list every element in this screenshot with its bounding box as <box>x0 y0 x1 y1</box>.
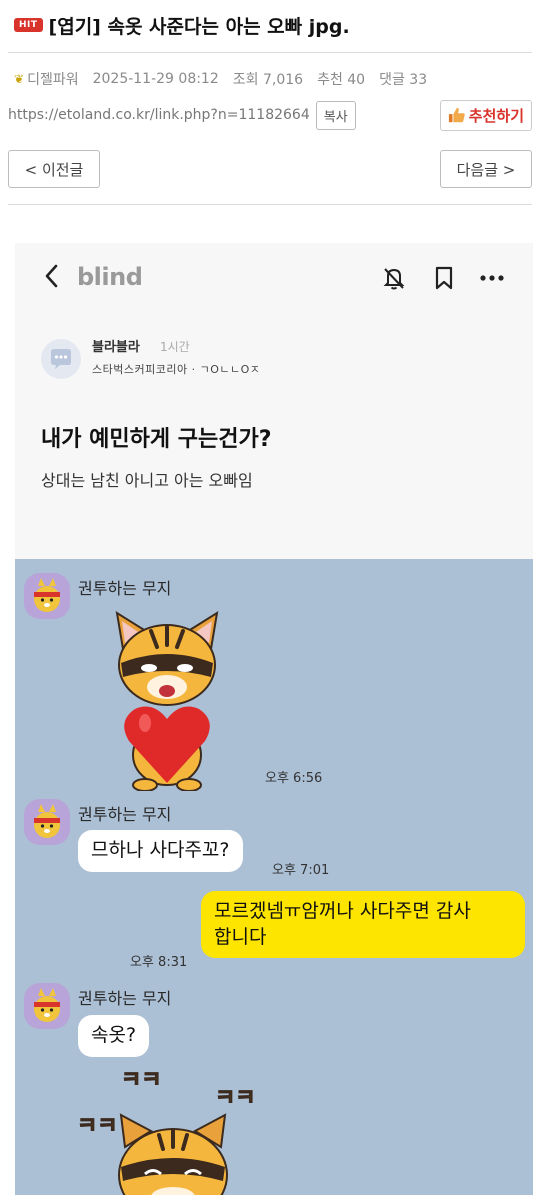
svg-text:ㅋㅋ: ㅋㅋ <box>121 1068 161 1093</box>
blind-author-name: 블라블라 <box>92 340 140 355</box>
post-date: 2025-11-29 08:12 <box>92 71 219 87</box>
post-title: [엽기] 속옷 사준다는 아는 오빠 jpg. <box>48 15 350 38</box>
bookmark-icon <box>435 266 453 290</box>
contact-name: 권투하는 무지 <box>78 989 172 1008</box>
blind-author-company: 스타벅스커피코리아 · ㄱOㄴㄴOㅈ <box>92 363 261 376</box>
tiger-heart-sticker <box>115 610 219 791</box>
message-time: 오후 7:01 <box>272 863 330 878</box>
outgoing-text-line1: 모르겠넴ㅠ암꺼나 사다주면 감사 <box>214 900 471 922</box>
tiger-laughing-sticker: ㅋㅋ ㅋㅋ ㅋㅋ <box>77 1068 256 1195</box>
author-level-icon: ❦ <box>14 72 25 86</box>
blind-post-time: 1시간 <box>160 340 190 354</box>
prev-post-button[interactable]: < 이전글 <box>8 150 100 188</box>
blind-post-heading: 내가 예민하게 구는건가? <box>41 427 272 452</box>
contact-avatar <box>24 573 70 619</box>
contact-name: 권투하는 무지 <box>78 805 172 824</box>
chat-bubble-incoming[interactable]: 속옷? <box>78 1015 150 1057</box>
message-time: 오후 6:56 <box>265 771 323 786</box>
blind-post-card: blind 블라블라 1시간 스타벅스커피코리아 · ㄱOㄴㄴOㅈ 내가 예민하… <box>15 243 533 559</box>
outgoing-text-line2: 합니다 <box>214 925 267 948</box>
back-arrow-icon <box>45 264 58 288</box>
post-link-row: https://etoland.co.kr/link.php?n=1118266… <box>8 99 532 131</box>
bell-off-icon <box>383 268 405 290</box>
blind-author-avatar <box>41 339 81 379</box>
post-meta: ❦ 디젤파워 2025-11-29 08:12 조회 7,016 추천 40 댓… <box>14 68 530 90</box>
divider <box>8 204 532 205</box>
blind-post-body: 상대는 남친 아니고 아는 오빠임 <box>41 471 253 490</box>
post-navigation: < 이전글 다음글 > <box>8 150 532 190</box>
post-image: blind 블라블라 1시간 스타벅스커피코리아 · ㄱOㄴㄴOㅈ 내가 예민하… <box>15 243 533 1195</box>
svg-text:ㅋㅋ: ㅋㅋ <box>77 1114 117 1139</box>
post-link-url[interactable]: https://etoland.co.kr/link.php?n=1118266… <box>8 107 310 123</box>
post-author[interactable]: 디젤파워 <box>27 69 79 89</box>
post-title-row: HIT [엽기] 속옷 사준다는 아는 오빠 jpg. <box>14 10 530 40</box>
blind-logo: blind <box>77 263 143 291</box>
chat-screenshot: 권투하는 무지 오후 6:56 권투하는 무지 므하나 사다주꼬? 오후 7:0… <box>15 559 533 1195</box>
svg-text:ㅋㅋ: ㅋㅋ <box>215 1086 255 1111</box>
copy-link-button[interactable]: 복사 <box>315 100 356 130</box>
thumbs-up-icon <box>448 107 465 123</box>
divider <box>8 52 532 53</box>
contact-name: 권투하는 무지 <box>78 579 172 598</box>
message-time: 오후 8:31 <box>130 955 188 970</box>
next-post-button[interactable]: 다음글 > <box>440 150 532 188</box>
hit-badge: HIT <box>14 18 43 32</box>
recommend-label: 추천하기 <box>468 106 524 125</box>
post-recommends: 추천 40 <box>317 72 366 88</box>
contact-avatar <box>24 799 70 845</box>
recommend-button[interactable]: 추천하기 <box>439 99 532 131</box>
post-views: 조회 7,016 <box>232 72 304 88</box>
contact-avatar <box>24 983 70 1029</box>
more-icon <box>480 275 504 281</box>
chat-bubble-outgoing[interactable]: 모르겠넴ㅠ암꺼나 사다주면 감사 합니다 <box>201 891 525 959</box>
chat-bubble-incoming[interactable]: 므하나 사다주꼬? <box>78 830 243 872</box>
post-comment-count[interactable]: 댓글 33 <box>379 69 427 89</box>
